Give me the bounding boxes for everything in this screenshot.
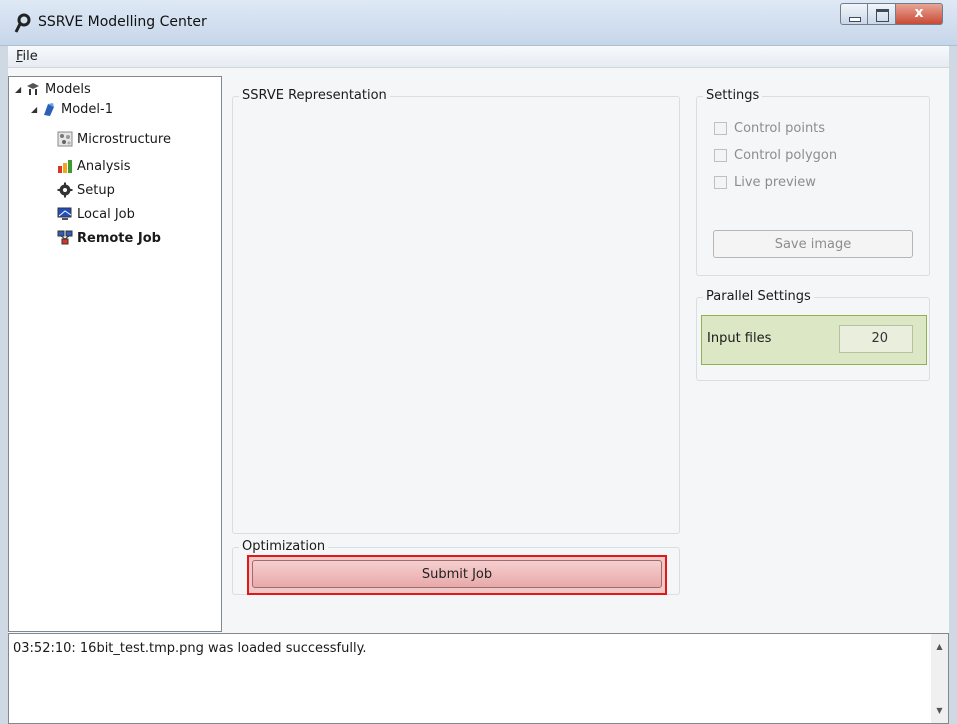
control-points-option[interactable]: Control points <box>714 121 825 136</box>
control-polygon-checkbox[interactable] <box>714 149 727 162</box>
tree-item-model-1[interactable]: ◢ Model-1 <box>31 99 113 119</box>
submit-highlight: Submit Job <box>247 555 667 595</box>
optimization-title: Optimization <box>239 539 329 554</box>
input-files-field[interactable]: 20 <box>839 325 913 353</box>
settings-title: Settings <box>703 88 763 103</box>
scroll-up-icon[interactable]: ▲ <box>931 642 948 651</box>
live-preview-checkbox[interactable] <box>714 176 727 189</box>
tree-label: Analysis <box>77 158 131 174</box>
menu-bar: File <box>8 46 949 68</box>
menu-file[interactable]: File <box>16 49 38 64</box>
parallel-settings-title: Parallel Settings <box>703 289 814 304</box>
log-scrollbar[interactable]: ▲ ▼ <box>931 634 948 723</box>
microstructure-icon <box>57 131 73 147</box>
tree-item-setup[interactable]: Setup <box>57 180 115 200</box>
tree-item-microstructure[interactable]: Microstructure <box>57 129 171 149</box>
tree-label: Local Job <box>77 206 135 222</box>
log-output[interactable]: 03:52:10: 16bit_test.tmp.png was loaded … <box>8 633 949 724</box>
close-button[interactable]: x <box>896 3 943 25</box>
tree-item-local-job[interactable]: Local Job <box>57 204 135 224</box>
log-message: 03:52:10: 16bit_test.tmp.png was loaded … <box>13 641 367 656</box>
representation-group: SSRVE Representation <box>232 88 680 534</box>
model-icon <box>44 103 54 116</box>
control-points-checkbox[interactable] <box>714 122 727 135</box>
tree-label: Remote Job <box>77 230 161 246</box>
maximize-button[interactable] <box>868 3 896 25</box>
app-logo-icon <box>14 13 31 33</box>
expand-arrow-icon[interactable]: ◢ <box>31 105 41 114</box>
tree-label: Microstructure <box>77 131 171 147</box>
main-window: SSRVE Modelling Center x File ◢ Models ◢… <box>0 0 957 724</box>
window-controls: x <box>840 3 943 25</box>
submit-job-button[interactable]: Submit Job <box>252 560 662 588</box>
input-files-row: Input files 20 <box>701 315 927 365</box>
settings-group: Settings Control points Control polygon … <box>696 88 930 276</box>
tree-item-analysis[interactable]: Analysis <box>57 156 131 176</box>
control-polygon-option[interactable]: Control polygon <box>714 148 837 163</box>
tree-item-models[interactable]: ◢ Models <box>15 79 91 99</box>
save-image-button[interactable]: Save image <box>713 230 913 258</box>
monitor-icon <box>57 207 72 220</box>
tree-label: Models <box>45 81 91 97</box>
title-bar[interactable]: SSRVE Modelling Center x <box>0 0 957 46</box>
tree-label: Setup <box>77 182 115 198</box>
window-title: SSRVE Modelling Center <box>38 14 207 30</box>
control-points-label: Control points <box>734 121 826 136</box>
network-icon <box>57 230 73 245</box>
minimize-button[interactable] <box>840 3 868 25</box>
input-files-label: Input files <box>707 331 772 346</box>
live-preview-label: Live preview <box>734 175 816 190</box>
scroll-down-icon[interactable]: ▼ <box>931 706 948 715</box>
optimization-group: Optimization Submit Job <box>232 539 680 595</box>
gear-icon <box>57 182 73 198</box>
models-icon <box>27 83 39 95</box>
representation-title: SSRVE Representation <box>239 88 390 103</box>
analysis-icon <box>58 160 72 173</box>
live-preview-option[interactable]: Live preview <box>714 175 816 190</box>
expand-arrow-icon[interactable]: ◢ <box>15 85 25 94</box>
tree-label: Model-1 <box>61 101 113 117</box>
close-icon: x <box>914 5 924 21</box>
control-polygon-label: Control polygon <box>734 148 838 163</box>
model-tree[interactable]: ◢ Models ◢ Model-1 Microstructure Analys… <box>8 76 222 632</box>
tree-item-remote-job[interactable]: Remote Job <box>57 228 161 248</box>
parallel-settings-group: Parallel Settings Input files 20 <box>696 289 930 381</box>
